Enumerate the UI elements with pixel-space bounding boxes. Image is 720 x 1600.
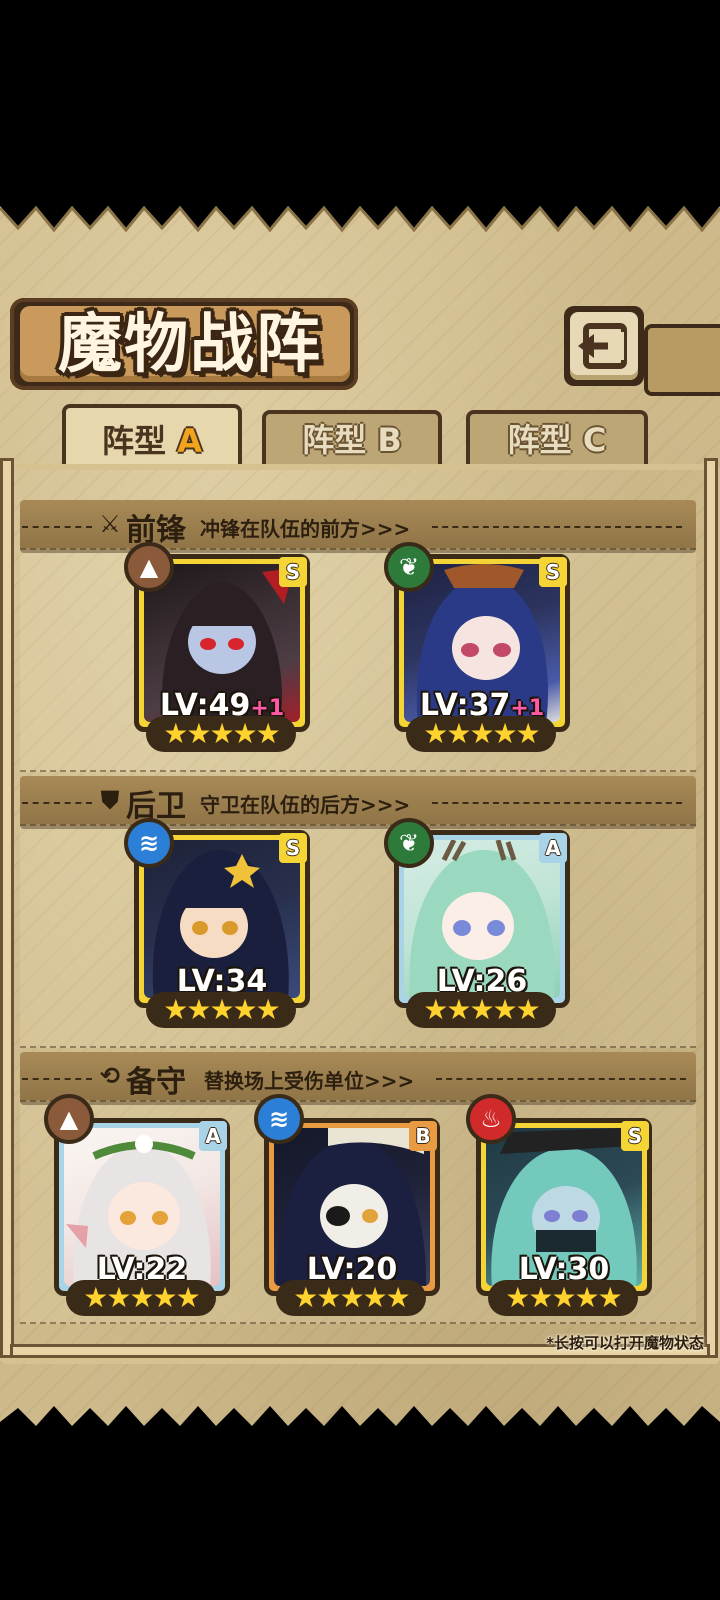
- back-button-face[interactable]: [570, 312, 638, 380]
- page-title: 魔物战阵: [58, 308, 322, 382]
- rank-badge: S: [539, 557, 567, 587]
- rank-badge: S: [279, 833, 307, 863]
- section-desc-vanguard: 冲锋在队伍的前方>>>: [200, 517, 411, 541]
- section-divider: [22, 1078, 92, 1080]
- section-desc-reserve: 替换场上受伤单位>>>: [204, 1069, 415, 1093]
- section-divider: [432, 526, 682, 528]
- unit-card[interactable]: A LV:22: [54, 1118, 230, 1296]
- rank-badge: B: [409, 1121, 437, 1151]
- unit-card[interactable]: B LV:20: [264, 1118, 440, 1296]
- unit-card[interactable]: S LV:30: [476, 1118, 652, 1296]
- tab-formation-b-label: 阵型 B: [266, 414, 438, 466]
- section-divider: [22, 802, 92, 804]
- section-divider: [432, 802, 682, 804]
- section-desc-rearguard: 守卫在队伍的后方>>>: [200, 793, 411, 817]
- star-rating: ★★★★★: [488, 1280, 638, 1316]
- slot-rail-vanguard: [20, 548, 696, 772]
- slot-rail-rearguard: [20, 824, 696, 1048]
- star-rating: ★★★★★: [66, 1280, 216, 1316]
- star-rating: ★★★★★: [146, 992, 296, 1028]
- element-wind-icon: ❦: [384, 542, 434, 592]
- tab-b-letter: B: [377, 421, 402, 459]
- torn-edge-bottom: [0, 1406, 720, 1444]
- tab-c-prefix: 阵型: [507, 421, 572, 459]
- element-water-icon: ≋: [124, 818, 174, 868]
- sword-icon: ⚔: [99, 510, 121, 538]
- rank-badge: A: [199, 1121, 227, 1151]
- footnote: *长按可以打开魔物状态: [546, 1334, 704, 1352]
- rank-badge: S: [279, 557, 307, 587]
- tab-a-letter: A: [177, 422, 202, 460]
- element-water-icon: ≋: [254, 1094, 304, 1144]
- element-wind-icon: ❦: [384, 818, 434, 868]
- section-divider: [436, 1078, 686, 1080]
- back-button-frame: [644, 324, 720, 396]
- element-earth-icon: ▲: [124, 542, 174, 592]
- tab-formation-b[interactable]: 阵型 B: [262, 410, 442, 466]
- shield-icon: ⛊: [101, 786, 119, 814]
- section-title-reserve: 备守: [126, 1065, 186, 1100]
- section-divider: [22, 526, 92, 528]
- element-fire-icon: ♨: [466, 1094, 516, 1144]
- tab-formation-c[interactable]: 阵型 C: [466, 410, 648, 466]
- tab-a-prefix: 阵型: [102, 422, 167, 460]
- star-rating: ★★★★★: [406, 992, 556, 1028]
- element-earth-icon: ▲: [44, 1094, 94, 1144]
- tab-formation-c-label: 阵型 C: [470, 414, 644, 466]
- back-icon: [578, 323, 627, 369]
- star-rating: ★★★★★: [146, 716, 296, 752]
- star-rating: ★★★★★: [276, 1280, 426, 1316]
- rank-badge: S: [621, 1121, 649, 1151]
- star-rating: ★★★★★: [406, 716, 556, 752]
- torn-edge-top: [0, 192, 720, 232]
- swap-icon: ⟲: [99, 1062, 121, 1090]
- tab-b-prefix: 阵型: [302, 421, 367, 459]
- tab-formation-a[interactable]: 阵型 A: [62, 404, 242, 470]
- rank-badge: A: [539, 833, 567, 863]
- tab-c-letter: C: [582, 421, 607, 459]
- frame-post-left: [0, 458, 14, 1358]
- frame-post-right: [704, 458, 718, 1358]
